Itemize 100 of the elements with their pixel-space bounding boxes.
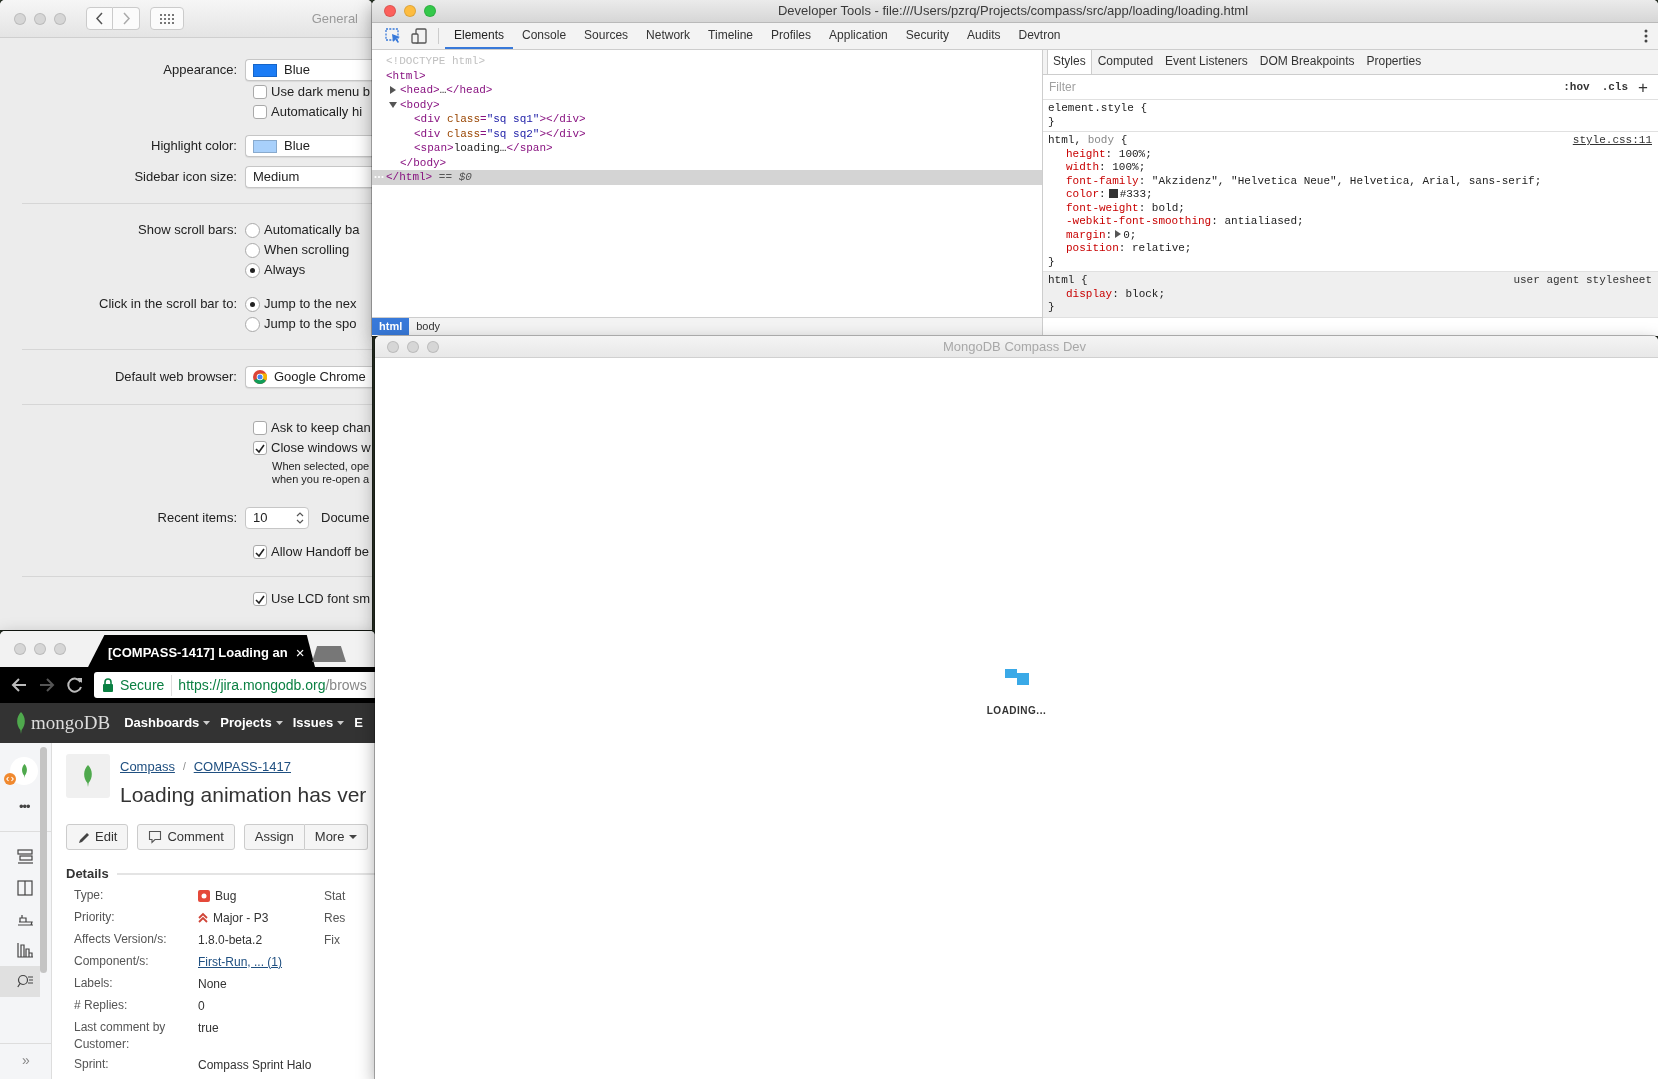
selector-text: html, body { [1048, 134, 1128, 148]
pane-tab[interactable]: Properties [1360, 50, 1428, 74]
code-text: <!DOCTYPE html> [386, 54, 486, 69]
popup-button[interactable]: Blue [245, 135, 372, 157]
zoom-button[interactable] [427, 340, 439, 353]
popup-button[interactable]: Google Chrome [245, 366, 372, 388]
breadcrumb-link[interactable]: Compass [120, 757, 175, 777]
ellipsis-icon [374, 175, 384, 180]
secure-label: Secure [120, 674, 173, 696]
checkbox[interactable] [253, 421, 267, 435]
tree-row[interactable]: <head>…</head> [372, 83, 1042, 98]
code-text: </html> == $0 [386, 170, 472, 185]
toggle-button[interactable]: :hov [1557, 78, 1596, 96]
loading-squares-icon [1004, 669, 1029, 685]
selector-text: element.style { [1048, 102, 1148, 116]
tree-row[interactable]: </html> == $0 [372, 170, 1042, 185]
minimize-button[interactable] [34, 643, 46, 655]
zoom-button[interactable] [54, 12, 66, 25]
panel-tab[interactable]: Sources [575, 23, 638, 49]
forward-icon[interactable] [38, 676, 56, 694]
close-tab-button[interactable]: × [295, 641, 305, 665]
minimize-button[interactable] [34, 12, 46, 25]
breadcrumb[interactable]: body [409, 318, 448, 335]
address-bar[interactable]: Secure https://jira.mongodb.org/brows [94, 672, 375, 698]
action-button[interactable]: Comment [137, 824, 235, 850]
back-icon[interactable] [10, 676, 28, 694]
radio-button[interactable] [245, 316, 260, 332]
back-button[interactable] [86, 7, 113, 30]
expand-triangle-icon[interactable] [1115, 229, 1122, 238]
color-swatch[interactable] [1108, 189, 1118, 198]
tree-row[interactable]: <div class="sq sq1"></div> [372, 112, 1042, 127]
radio-button[interactable] [245, 242, 260, 258]
minimize-button[interactable] [407, 340, 419, 353]
nav-menu[interactable]: Dashboards [124, 713, 211, 733]
zoom-button[interactable] [54, 643, 66, 655]
disclosure-triangle-icon[interactable] [389, 100, 397, 109]
panel-tab[interactable]: Elements [445, 23, 514, 49]
close-button[interactable] [14, 643, 26, 655]
checkbox[interactable] [253, 592, 267, 606]
panel-tab[interactable]: Network [637, 23, 700, 49]
show-all-button[interactable] [150, 7, 184, 30]
action-button[interactable]: Assign [243, 824, 305, 850]
tree-row[interactable]: <html> [372, 68, 1042, 83]
bug-type-icon [198, 889, 210, 902]
panel-tab[interactable]: Security [896, 23, 959, 49]
caret-icon [203, 721, 211, 725]
breadcrumb-link[interactable]: COMPASS-1417 [193, 757, 291, 777]
nav-menu[interactable]: E [354, 713, 363, 733]
component-link[interactable]: First-Run, ... (1) [198, 952, 282, 971]
tree-row[interactable]: <span>loading…</span> [372, 141, 1042, 156]
panel-tab[interactable]: Application [820, 23, 897, 49]
sidebar-item[interactable] [0, 965, 40, 997]
radio-button[interactable] [245, 222, 260, 238]
pane-tab[interactable]: Computed [1091, 50, 1160, 74]
checkbox[interactable] [253, 545, 267, 559]
tree-row[interactable]: <body> [372, 97, 1042, 112]
speech-bubble-icon [148, 830, 163, 844]
pane-tab[interactable]: Event Listeners [1159, 50, 1254, 74]
checkbox-label: Use LCD font sm [271, 590, 370, 609]
brace-text: } [1048, 301, 1056, 315]
filter-field[interactable]: Filter [1049, 78, 1558, 96]
radio-button[interactable] [245, 296, 260, 312]
panel-tab[interactable]: Console [513, 23, 576, 49]
breadcrumb[interactable]: html [372, 318, 410, 335]
checkbox-label: Use dark menu b [271, 83, 370, 102]
checkbox[interactable] [253, 85, 267, 99]
panel-tab[interactable]: Profiles [762, 23, 821, 49]
toggle-button[interactable]: .cls [1595, 78, 1635, 96]
project-avatar[interactable] [10, 757, 38, 785]
close-button[interactable] [384, 5, 396, 17]
tree-row[interactable]: </body> [372, 155, 1042, 170]
help-text: When selected, ope when you re-open a [271, 460, 371, 486]
action-button[interactable]: Edit [66, 824, 129, 850]
minimize-button[interactable] [404, 5, 416, 17]
tree-row[interactable]: <div class="sq sq2"></div> [372, 126, 1042, 141]
zoom-button[interactable] [424, 5, 436, 17]
checkbox[interactable] [253, 105, 267, 119]
scrollbar-thumb[interactable] [40, 747, 47, 973]
pane-tab[interactable]: DOM Breakpoints [1253, 50, 1361, 74]
close-button[interactable] [14, 12, 26, 25]
panel-tab[interactable]: Timeline [699, 23, 762, 49]
nav-menu[interactable]: Issues [292, 713, 345, 733]
checkbox[interactable] [253, 441, 267, 455]
nav-menu[interactable]: Projects [220, 713, 283, 733]
forward-button[interactable] [113, 7, 140, 30]
disclosure-triangle-icon[interactable] [389, 86, 397, 95]
popup-button[interactable]: Medium [245, 166, 372, 188]
action-button[interactable]: More [304, 824, 369, 850]
close-button[interactable] [387, 340, 399, 353]
popup-button[interactable]: Blue [245, 59, 372, 81]
new-tab-button[interactable] [312, 646, 346, 662]
field-label: Priority: [73, 908, 116, 926]
panel-tab[interactable]: Devtron [1009, 23, 1070, 49]
add-rule-button[interactable]: + [1634, 78, 1652, 96]
pane-tab[interactable]: Styles [1047, 50, 1092, 74]
panel-tab[interactable]: Audits [958, 23, 1010, 49]
reload-icon[interactable] [66, 676, 84, 694]
radio-button[interactable] [245, 262, 260, 278]
source-link[interactable]: style.css:11 [1572, 134, 1652, 148]
number-field[interactable]: 10 [245, 507, 309, 529]
